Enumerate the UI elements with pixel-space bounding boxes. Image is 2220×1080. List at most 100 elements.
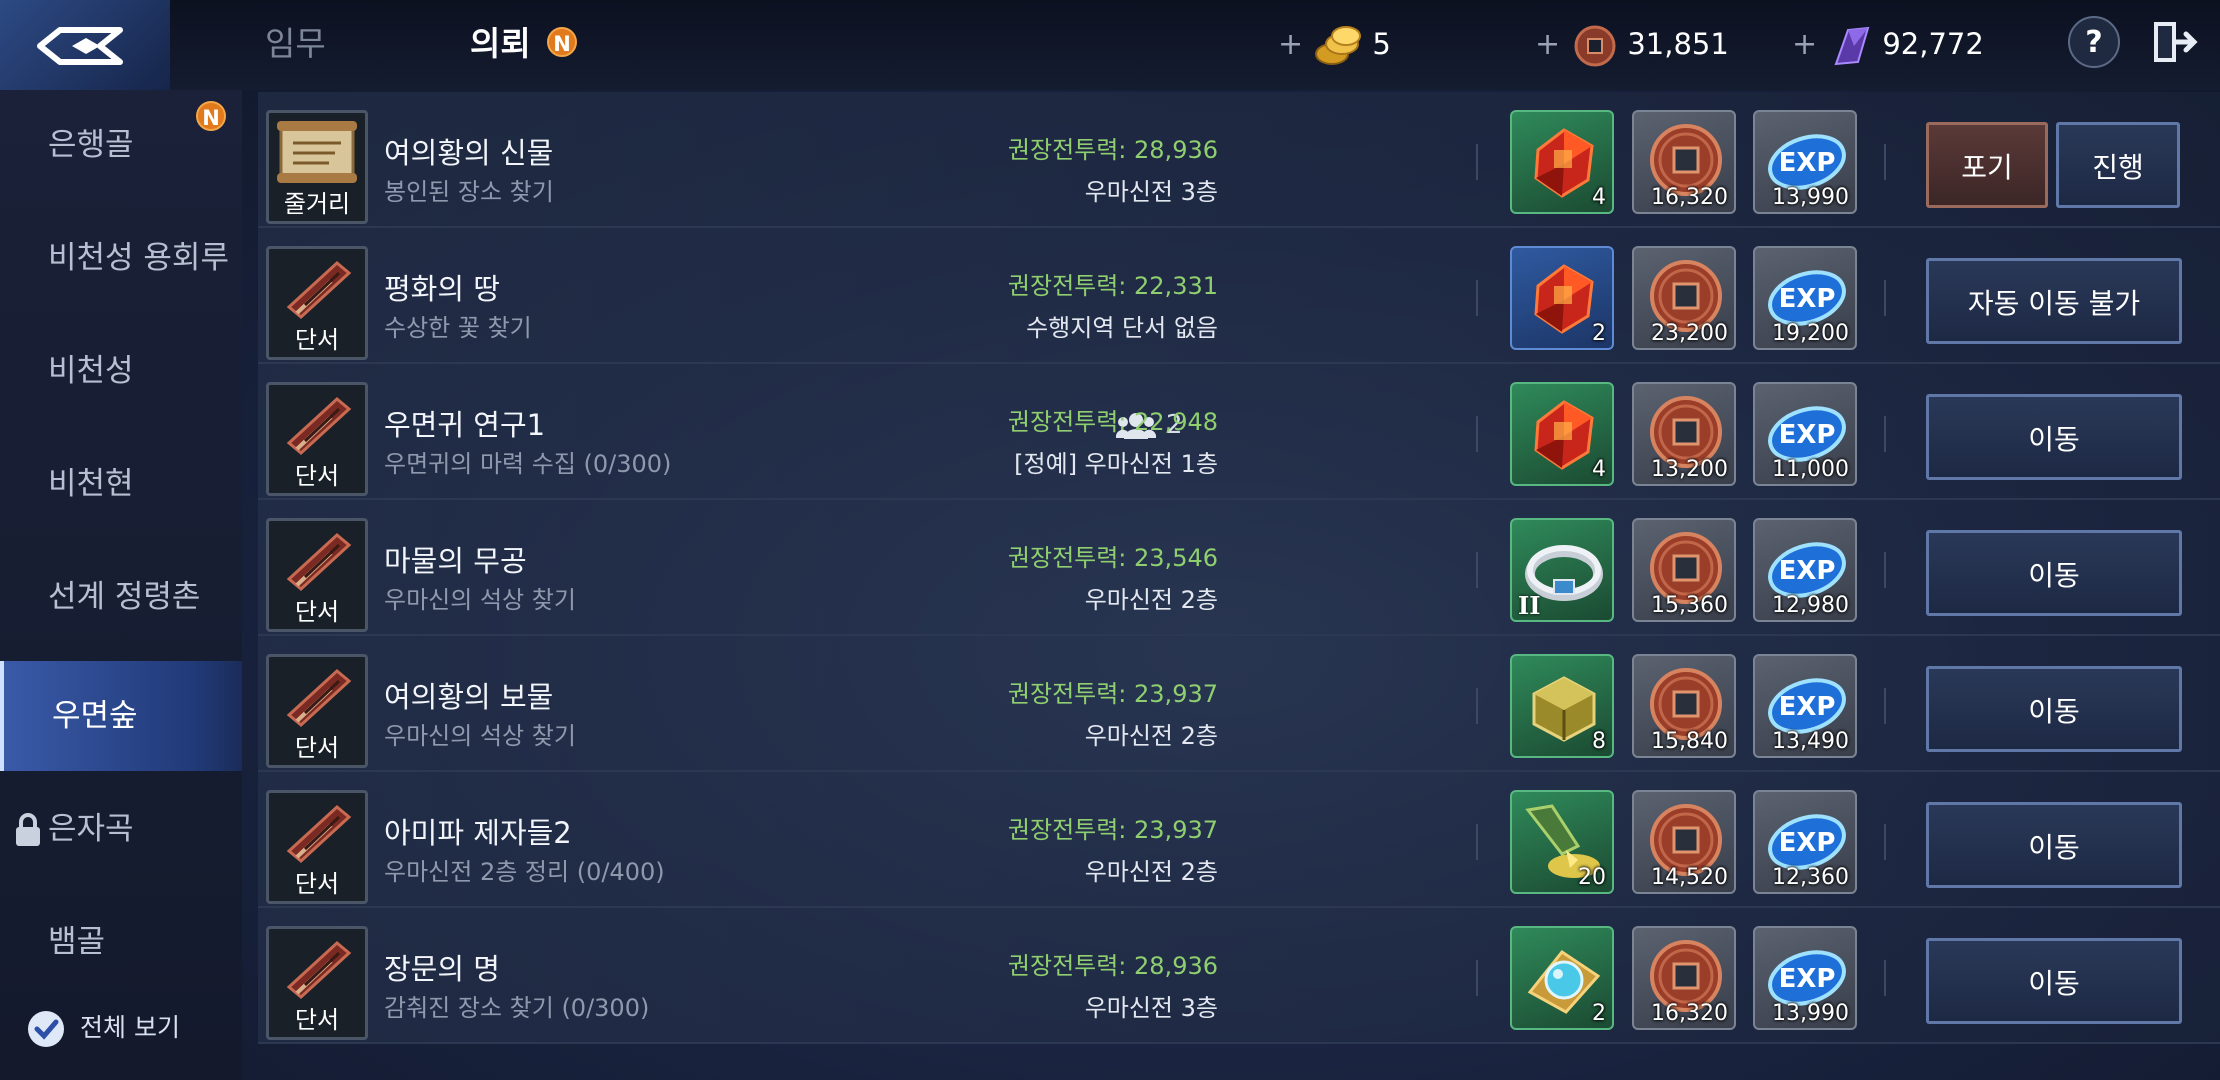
tab-request[interactable]: 의뢰 (470, 20, 531, 68)
quest-location: 우마신전 2층 (1084, 858, 1218, 886)
reward-exp[interactable]: EXP 11,000 (1753, 382, 1857, 486)
bundle-icon (275, 663, 359, 729)
clue-badge: 단서 (266, 790, 368, 904)
exit-button[interactable] (2148, 16, 2200, 68)
divider (1884, 688, 1886, 724)
reward-item[interactable]: 4 (1510, 382, 1614, 486)
quest-row[interactable]: 단서 아미파 제자들2 우마신전 2층 정리 (0/400) 권장전투력: 23,93… (258, 772, 2220, 908)
quest-type-label: 단서 (294, 1006, 340, 1034)
quest-objective: 봉인된 장소 찾기 (384, 178, 554, 206)
reward-item[interactable]: 2 (1510, 926, 1614, 1030)
move-button[interactable]: 이동 (1926, 530, 2182, 616)
checkbox[interactable] (28, 1011, 64, 1047)
tab-mission[interactable]: 임무 (265, 20, 326, 68)
reward-coin[interactable]: 14,520 (1632, 790, 1736, 894)
quest-row[interactable]: 단서 우면귀 연구1 우면귀의 마력 수집 (0/300) 2 권장전투력: 22,94… (258, 364, 2220, 500)
sidebar-item-bicheonseong[interactable]: 비천성 (0, 316, 242, 426)
gold-value: 5 (1372, 27, 1391, 61)
reward-item-count: 8 (1592, 729, 1606, 754)
view-all-toggle[interactable]: 전체 보기 (28, 1008, 180, 1048)
currency-crystal[interactable]: + 92,772 (1792, 20, 1984, 68)
svg-text:EXP: EXP (1779, 556, 1836, 586)
give-up-button[interactable]: 포기 (1926, 122, 2048, 208)
quest-type-label: 단서 (294, 870, 340, 898)
bronze-coin-icon (1574, 25, 1616, 67)
clue-badge: 단서 (266, 654, 368, 768)
reward-coin-amount: 15,840 (1651, 729, 1728, 754)
story-badge: 줄거리 (266, 110, 368, 224)
recommended-power: 권장전투력: 28,936 (1007, 952, 1218, 980)
view-all-label: 전체 보기 (80, 1013, 180, 1042)
divider (1884, 960, 1886, 996)
quest-row[interactable]: 단서 장문의 명 감춰진 장소 찾기 (0/300) 권장전투력: 28,936 우마신… (258, 908, 2220, 1044)
move-button[interactable]: 이동 (1926, 938, 2182, 1024)
top-bar: 임무 의뢰 N + 5 + 31,851 + 92,772 ? (0, 0, 2220, 90)
sidebar: 은행골 비천성 용회루 비천성 비천현 선계 정령촌 우면숲 은자곡 뱀골 (0, 90, 242, 1080)
sidebar-item-baemgol[interactable]: 뱀골 (0, 887, 242, 997)
reward-coin[interactable]: 16,320 (1632, 110, 1736, 214)
item-grade: II (1518, 591, 1541, 620)
quest-row[interactable]: 단서 마물의 무공 우마신의 석상 찾기 권장전투력: 23,546 우마신전 2층 II… (258, 500, 2220, 636)
back-button[interactable] (0, 0, 170, 90)
quest-location: 우마신전 3층 (1084, 994, 1218, 1022)
reward-coin[interactable]: 15,840 (1632, 654, 1736, 758)
reward-item[interactable]: 20 (1510, 790, 1614, 894)
move-button[interactable]: 이동 (1926, 666, 2182, 752)
reward-coin[interactable]: 13,200 (1632, 382, 1736, 486)
recommended-power: 권장전투력: 22,331 (1007, 272, 1218, 300)
reward-exp-amount: 13,490 (1772, 729, 1849, 754)
move-button[interactable]: 이동 (1926, 394, 2182, 480)
sidebar-item-seongye-jeongryeongchon[interactable]: 선계 정령촌 (0, 542, 242, 652)
recommended-power: 권장전투력: 23,546 (1007, 544, 1218, 572)
reward-exp[interactable]: EXP 13,990 (1753, 926, 1857, 1030)
reward-item[interactable]: II (1510, 518, 1614, 622)
quest-objective: 감춰진 장소 찾기 (0/300) (384, 994, 650, 1022)
reward-item[interactable]: 4 (1510, 110, 1614, 214)
clue-badge: 단서 (266, 382, 368, 496)
quest-location: 수행지역 단서 없음 (1026, 314, 1218, 342)
clue-badge: 단서 (266, 926, 368, 1040)
currency-gold[interactable]: + 5 (1278, 20, 1391, 68)
sidebar-item-umyeonsup[interactable]: 우면숲 (0, 661, 242, 771)
reward-item-count: 20 (1578, 865, 1606, 890)
clue-badge: 단서 (266, 518, 368, 632)
reward-item-count: 2 (1592, 321, 1606, 346)
reward-exp-amount: 13,990 (1772, 1001, 1849, 1026)
move-button[interactable]: 이동 (1926, 802, 2182, 888)
quest-row[interactable]: 줄거리 여의황의 신물 봉인된 장소 찾기 권장전투력: 28,936 우마신전 3층 4… (258, 92, 2220, 228)
reward-coin-amount: 16,320 (1651, 185, 1728, 210)
reward-exp[interactable]: EXP 13,490 (1753, 654, 1857, 758)
check-icon (34, 1019, 59, 1040)
reward-item-count: 4 (1592, 457, 1606, 482)
help-button[interactable]: ? (2068, 16, 2120, 68)
reward-exp[interactable]: EXP 19,200 (1753, 246, 1857, 350)
svg-text:EXP: EXP (1779, 964, 1836, 994)
sidebar-item-bicheonhyeon[interactable]: 비천현 (0, 429, 242, 539)
reward-item-count: 4 (1592, 185, 1606, 210)
svg-text:EXP: EXP (1779, 148, 1836, 178)
reward-exp[interactable]: EXP 13,990 (1753, 110, 1857, 214)
quest-title: 우면귀 연구1 (384, 408, 546, 442)
currency-coin[interactable]: + 31,851 (1535, 20, 1729, 68)
reward-item[interactable]: 8 (1510, 654, 1614, 758)
proceed-button[interactable]: 진행 (2056, 122, 2180, 208)
quest-location: 우마신전 2층 (1084, 586, 1218, 614)
reward-exp[interactable]: EXP 12,360 (1753, 790, 1857, 894)
reward-exp-amount: 13,990 (1772, 185, 1849, 210)
reward-coin-amount: 16,320 (1651, 1001, 1728, 1026)
reward-coin[interactable]: 16,320 (1632, 926, 1736, 1030)
gold-coins-icon (1315, 26, 1362, 65)
reward-exp[interactable]: EXP 12,980 (1753, 518, 1857, 622)
quest-row[interactable]: 단서 여의황의 보물 우마신의 석상 찾기 권장전투력: 23,937 우마신전 2층 8… (258, 636, 2220, 772)
scroll-icon (275, 119, 359, 185)
auto-move-unavailable-button[interactable]: 자동 이동 불가 (1926, 258, 2182, 344)
reward-coin[interactable]: 15,360 (1632, 518, 1736, 622)
quest-objective: 우마신의 석상 찾기 (384, 722, 576, 750)
purple-crystal-icon (1834, 26, 1870, 66)
quest-title: 여의황의 신물 (384, 136, 554, 170)
sidebar-item-bicheonseong-yonghoeru[interactable]: 비천성 용회루 (0, 203, 242, 313)
reward-coin[interactable]: 23,200 (1632, 246, 1736, 350)
svg-text:EXP: EXP (1779, 692, 1836, 722)
reward-item[interactable]: 2 (1510, 246, 1614, 350)
quest-row[interactable]: 단서 평화의 땅 수상한 꽃 찾기 권장전투력: 22,331 수행지역 단서 없음 2 2… (258, 228, 2220, 364)
